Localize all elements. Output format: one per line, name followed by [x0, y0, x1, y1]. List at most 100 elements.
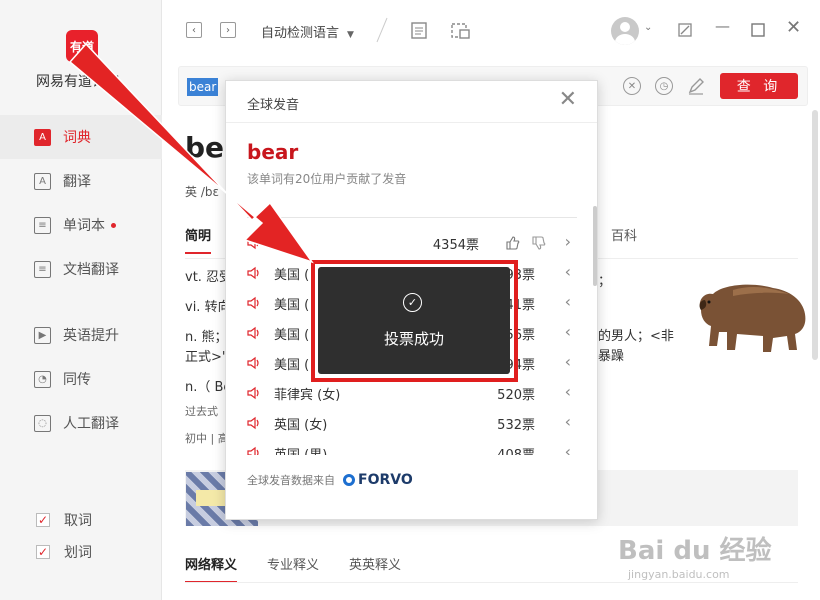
handwriting-icon[interactable]: [687, 77, 705, 95]
clear-icon[interactable]: ✕: [623, 77, 641, 95]
chevron-left-icon[interactable]: ‹: [565, 442, 571, 455]
speaker-icon[interactable]: [247, 266, 261, 280]
chevron-left-icon[interactable]: ‹: [565, 412, 571, 431]
chevron-left-icon[interactable]: ‹: [565, 292, 571, 311]
forvo-text: FORVO: [358, 472, 413, 488]
minimize-icon[interactable]: —: [715, 17, 730, 35]
logo-text: 有道: [69, 39, 94, 54]
language-select[interactable]: 自动检测语言 ▼: [261, 22, 354, 41]
check-select-word[interactable]: ✓ 划词: [36, 536, 92, 568]
dialog-word: bear: [247, 140, 299, 164]
checkbox-icon[interactable]: ✓: [36, 513, 50, 527]
speaker-icon[interactable]: [247, 356, 261, 370]
back-icon[interactable]: ‹: [186, 22, 202, 38]
check-capture-word[interactable]: ✓ 取词: [36, 504, 92, 536]
thumbs-up-icon[interactable]: [505, 235, 521, 251]
screenshot-translate-icon[interactable]: [451, 21, 471, 39]
dialog-header: 全球发音 ✕: [226, 81, 597, 123]
sidebar-item-simultaneous[interactable]: ◔ 同传: [0, 357, 162, 401]
main-scrollbar[interactable]: [812, 110, 818, 360]
query-button[interactable]: 查 询: [720, 73, 798, 99]
phonetic-uk[interactable]: 英 /bɛ: [185, 183, 219, 200]
dialog-divider: [247, 217, 577, 218]
sidebar-item-dictionary[interactable]: A 词典: [0, 115, 162, 159]
toolbar-divider: [376, 17, 388, 43]
sidebar: 有道 网易有道词典 A 词典 A 翻译 ≡ 单词本 ≡ 文档翻译 ▶ 英语提升 …: [0, 0, 162, 600]
tab-brief[interactable]: 简明: [185, 225, 212, 254]
chevron-right-icon[interactable]: ›: [565, 232, 571, 251]
speaker-origin: (男): [274, 238, 298, 253]
sidebar-nav: A 词典 A 翻译 ≡ 单词本 ≡ 文档翻译 ▶ 英语提升 ◔ 同传 ◌ 人工翻…: [0, 115, 162, 445]
close-icon[interactable]: ✕: [559, 89, 577, 111]
sidebar-item-wordbook[interactable]: ≡ 单词本: [0, 203, 162, 247]
tab-english-definition[interactable]: 英英释义: [349, 554, 401, 583]
forward-icon[interactable]: ›: [220, 22, 236, 38]
speaker-origin: 英国 (女): [274, 418, 328, 433]
bottom-tabs: 网络释义 专业释义 英英释义: [185, 554, 431, 583]
vote-success-toast: ✓ 投票成功: [318, 267, 510, 374]
document-translate-icon: ≡: [34, 260, 51, 278]
app-name: 网易有道词典: [36, 74, 120, 90]
search-input[interactable]: bear: [187, 78, 219, 96]
speaker-icon[interactable]: [247, 446, 261, 455]
tab-professional-definition[interactable]: 专业释义: [267, 554, 319, 583]
chevron-down-icon: ▼: [347, 30, 354, 40]
sidebar-item-english-improve[interactable]: ▶ 英语提升: [0, 313, 162, 357]
nav-separator: [0, 291, 162, 313]
pronunciation-row: 菲律宾 (女) 520票 ‹: [247, 379, 577, 409]
chevron-left-icon[interactable]: ‹: [565, 262, 571, 281]
tab-web-definition[interactable]: 网络释义: [185, 554, 238, 583]
user-avatar[interactable]: [611, 17, 639, 45]
capture-options: ✓ 取词 ✓ 划词: [36, 504, 92, 568]
speaker-icon[interactable]: [247, 416, 261, 430]
checkbox-icon[interactable]: ✓: [36, 545, 50, 559]
dialog-subtitle: 该单词有20位用户贡献了发音: [247, 172, 407, 186]
speaker-origin: 菲律宾 (女): [274, 388, 341, 403]
pronunciation-row: 英国 (女) 532票 ‹: [247, 409, 577, 439]
check-circle-icon: ✓: [403, 293, 422, 312]
speaker-icon[interactable]: [247, 296, 261, 310]
sidebar-item-document-translate[interactable]: ≡ 文档翻译: [0, 247, 162, 291]
sidebar-item-label: 文档翻译: [63, 262, 119, 278]
dictionary-icon: A: [34, 128, 51, 146]
vote-count: 408票: [497, 444, 535, 455]
chevron-left-icon[interactable]: ‹: [565, 322, 571, 341]
chevron-left-icon[interactable]: ‹: [565, 352, 571, 371]
simultaneous-icon: ◔: [34, 370, 51, 388]
speaker-origin: 美国 (: [274, 268, 310, 283]
toast-message: 投票成功: [383, 330, 444, 348]
tab-baike[interactable]: 百科: [611, 225, 637, 244]
speaker-icon[interactable]: [247, 326, 261, 340]
sidebar-item-label: 同传: [63, 372, 91, 388]
sidebar-item-label: 单词本: [63, 218, 105, 234]
speaker-origin: 美国 (: [274, 358, 310, 373]
bottom-divider: [185, 582, 798, 583]
human-translate-icon: ◌: [34, 414, 51, 432]
speaker-icon[interactable]: [247, 386, 261, 400]
topbar: ‹ › 自动检测语言 ▼ ⌄ — ✕: [163, 0, 820, 62]
maximize-icon[interactable]: [751, 23, 765, 37]
mini-mode-icon[interactable]: [678, 23, 692, 37]
definition-tail: ；: [598, 274, 612, 289]
account-chevron-down-icon[interactable]: ⌄: [644, 22, 652, 33]
sidebar-item-label: 英语提升: [63, 328, 119, 344]
vote-count: 532票: [497, 418, 535, 433]
level-label: 初中 | 高: [185, 432, 229, 445]
bear-image: [699, 284, 806, 352]
footer-label: 全球发音数据来自: [247, 474, 335, 487]
sidebar-item-human-translate[interactable]: ◌ 人工翻译: [0, 401, 162, 445]
chevron-left-icon[interactable]: ‹: [565, 382, 571, 401]
sidebar-item-translate[interactable]: A 翻译: [0, 159, 162, 203]
translate-icon: A: [34, 172, 51, 190]
thumbs-down-icon[interactable]: [531, 235, 547, 251]
speaker-icon[interactable]: [247, 236, 261, 250]
forvo-logo[interactable]: FORVO: [343, 472, 413, 488]
baidu-watermark: Bai du 经验: [618, 536, 772, 566]
document-icon[interactable]: [411, 22, 427, 39]
close-window-icon[interactable]: ✕: [786, 17, 801, 38]
history-icon[interactable]: ◷: [655, 77, 673, 95]
baidu-watermark-url: jingyan.baidu.com: [628, 568, 730, 581]
dialog-scrollbar[interactable]: [593, 206, 597, 286]
past-tense-label: 过去式: [185, 405, 218, 418]
english-improve-icon: ▶: [34, 326, 51, 344]
